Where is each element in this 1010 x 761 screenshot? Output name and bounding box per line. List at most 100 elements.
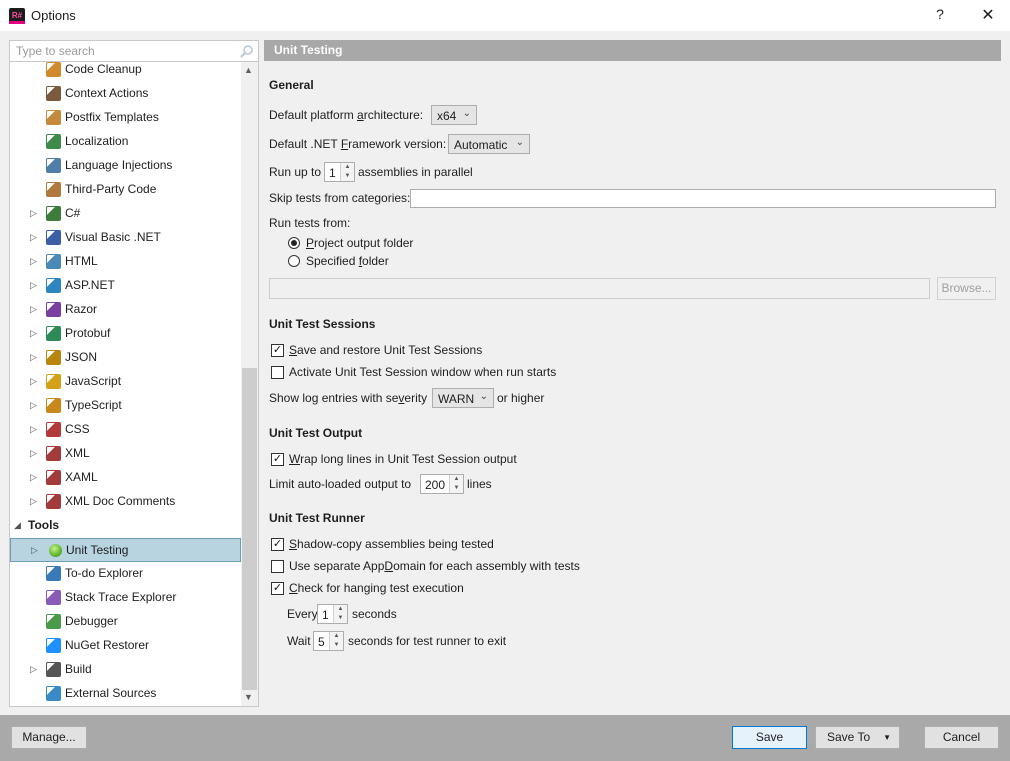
wait-seconds-stepper[interactable]: 5 ▲ ▼ (313, 631, 344, 651)
tree-item-asp-net[interactable]: ▷ ASP.NET (10, 274, 241, 298)
tree-item-third-party-code[interactable]: Third-Party Code (10, 178, 241, 202)
activate-window-label[interactable]: Activate Unit Test Session window when r… (289, 365, 556, 379)
tree-item-css[interactable]: ▷ CSS (10, 418, 241, 442)
platform-dropdown[interactable]: x64 ⌄ (431, 105, 477, 125)
shadow-copy-label[interactable]: Shadow-copy assemblies being tested (289, 537, 494, 551)
save-restore-label[interactable]: Save and restore Unit Test Sessions (289, 343, 482, 357)
expand-arrow-icon[interactable]: ▷ (30, 351, 38, 363)
activate-window-checkbox[interactable] (271, 366, 284, 379)
save-button[interactable]: Save (732, 726, 807, 749)
expand-arrow-icon[interactable]: ▷ (30, 327, 38, 339)
every-suffix: seconds (352, 607, 397, 621)
stepper-arrows-icon[interactable]: ▲ ▼ (449, 475, 463, 493)
expand-arrow-icon[interactable]: ▷ (31, 544, 39, 556)
tree-item-localization[interactable]: Localization (10, 130, 241, 154)
close-button[interactable]: ✕ (978, 5, 998, 25)
scroll-up-arrow-icon[interactable]: ▲ (244, 65, 253, 75)
html-icon (46, 254, 61, 269)
help-button[interactable]: ? (930, 6, 950, 22)
expand-arrow-icon[interactable]: ▷ (30, 399, 38, 411)
collapse-arrow-icon[interactable]: ◢ (14, 519, 22, 531)
search-placeholder: Type to search (16, 44, 95, 58)
tree-item-typescript[interactable]: ▷ TypeScript (10, 394, 241, 418)
hanging-test-label[interactable]: Check for hanging test execution (289, 581, 464, 595)
localization-icon (46, 134, 61, 149)
tree-item-label: C# (65, 206, 81, 220)
todo-icon (46, 566, 61, 581)
templates-icon (46, 110, 61, 125)
expand-arrow-icon[interactable]: ▷ (30, 495, 38, 507)
tree-item-build[interactable]: ▷ Build (10, 658, 241, 682)
tree-item-c-[interactable]: ▷ C# (10, 202, 241, 226)
skip-categories-input[interactable] (410, 189, 996, 208)
expand-arrow-icon[interactable]: ▷ (30, 663, 38, 675)
stepper-arrows-icon[interactable]: ▲ ▼ (333, 605, 347, 623)
browse-button[interactable]: Browse... (937, 277, 996, 300)
search-input[interactable]: Type to search (9, 40, 259, 62)
hanging-test-checkbox[interactable]: ✓ (271, 582, 284, 595)
log-severity-suffix: or higher (497, 391, 545, 405)
tree-item-unit-testing[interactable]: ▷ Unit Testing (10, 538, 241, 562)
tree-item-debugger[interactable]: Debugger (10, 610, 241, 634)
log-severity-value: WARN (438, 392, 475, 406)
tree-item-protobuf[interactable]: ▷ Protobuf (10, 322, 241, 346)
expand-arrow-icon[interactable]: ▷ (30, 447, 38, 459)
project-output-radio[interactable] (288, 237, 300, 249)
tree-item-postfix-templates[interactable]: Postfix Templates (10, 106, 241, 130)
tree-section-tools[interactable]: ◢ Tools (10, 514, 241, 538)
separate-appdomain-label[interactable]: Use separate AppDomain for each assembly… (289, 559, 580, 573)
folder-path-input[interactable] (269, 278, 930, 299)
scroll-down-arrow-icon[interactable]: ▼ (244, 692, 253, 702)
expand-arrow-icon[interactable]: ▷ (30, 255, 38, 267)
tree-item-xaml[interactable]: ▷ XAML (10, 466, 241, 490)
tree-item-label: NuGet Restorer (65, 638, 150, 652)
stepper-arrows-icon[interactable]: ▲ ▼ (340, 163, 354, 181)
xml-icon (46, 446, 61, 461)
cancel-button[interactable]: Cancel (924, 726, 999, 749)
tree-item-context-actions[interactable]: Context Actions (10, 82, 241, 106)
tree-item-label: Debugger (65, 614, 118, 628)
expand-arrow-icon[interactable]: ▷ (30, 423, 38, 435)
shadow-copy-checkbox[interactable]: ✓ (271, 538, 284, 551)
tree-item-language-injections[interactable]: Language Injections (10, 154, 241, 178)
save-restore-checkbox[interactable]: ✓ (271, 344, 284, 357)
expand-arrow-icon[interactable]: ▷ (30, 279, 38, 291)
tree-item-label: Context Actions (65, 86, 149, 100)
expand-arrow-icon[interactable]: ▷ (30, 303, 38, 315)
expand-arrow-icon[interactable]: ▷ (30, 207, 38, 219)
run-up-to-label: Run up to (269, 165, 322, 179)
tree-item-json[interactable]: ▷ JSON (10, 346, 241, 370)
tree-item-razor[interactable]: ▷ Razor (10, 298, 241, 322)
every-seconds-stepper[interactable]: 1 ▲ ▼ (317, 604, 348, 624)
tree-item-xml[interactable]: ▷ XML (10, 442, 241, 466)
wrap-lines-checkbox[interactable]: ✓ (271, 453, 284, 466)
tree-item-external-sources[interactable]: External Sources (10, 682, 241, 706)
log-severity-dropdown[interactable]: WARN ⌄ (432, 388, 494, 408)
tree-item-html[interactable]: ▷ HTML (10, 250, 241, 274)
tree-item-code-cleanup[interactable]: Code Cleanup (10, 62, 241, 82)
tree-item-stack-trace-explorer[interactable]: Stack Trace Explorer (10, 586, 241, 610)
tree-item-nuget-restorer[interactable]: NuGet Restorer (10, 634, 241, 658)
parallel-stepper[interactable]: 1 ▲ ▼ (324, 162, 355, 182)
tree-item-label: Tools (28, 518, 60, 532)
tree-item-visual-basic-net[interactable]: ▷ Visual Basic .NET (10, 226, 241, 250)
expand-arrow-icon[interactable]: ▷ (30, 375, 38, 387)
wrap-lines-label[interactable]: Wrap long lines in Unit Test Session out… (289, 452, 517, 466)
stepper-arrows-icon[interactable]: ▲ ▼ (329, 632, 343, 650)
limit-output-stepper[interactable]: 200 ▲ ▼ (420, 474, 464, 494)
tree-item-to-do-explorer[interactable]: To-do Explorer (10, 562, 241, 586)
expand-arrow-icon[interactable]: ▷ (30, 231, 38, 243)
manage-button[interactable]: Manage... (11, 726, 87, 749)
framework-value: Automatic (454, 138, 508, 152)
tree-scrollbar-thumb[interactable] (242, 368, 257, 690)
expand-arrow-icon[interactable]: ▷ (30, 471, 38, 483)
tree-item-javascript[interactable]: ▷ JavaScript (10, 370, 241, 394)
specified-folder-label[interactable]: Specified folder (306, 254, 389, 268)
framework-dropdown[interactable]: Automatic ⌄ (448, 134, 530, 154)
specified-folder-radio[interactable] (288, 255, 300, 267)
tree-item-xml-doc-comments[interactable]: ▷ XML Doc Comments (10, 490, 241, 514)
save-to-button[interactable]: Save To ▼ (815, 726, 900, 749)
project-output-label[interactable]: Project output folder (306, 236, 413, 250)
css-icon (46, 422, 61, 437)
separate-appdomain-checkbox[interactable] (271, 560, 284, 573)
